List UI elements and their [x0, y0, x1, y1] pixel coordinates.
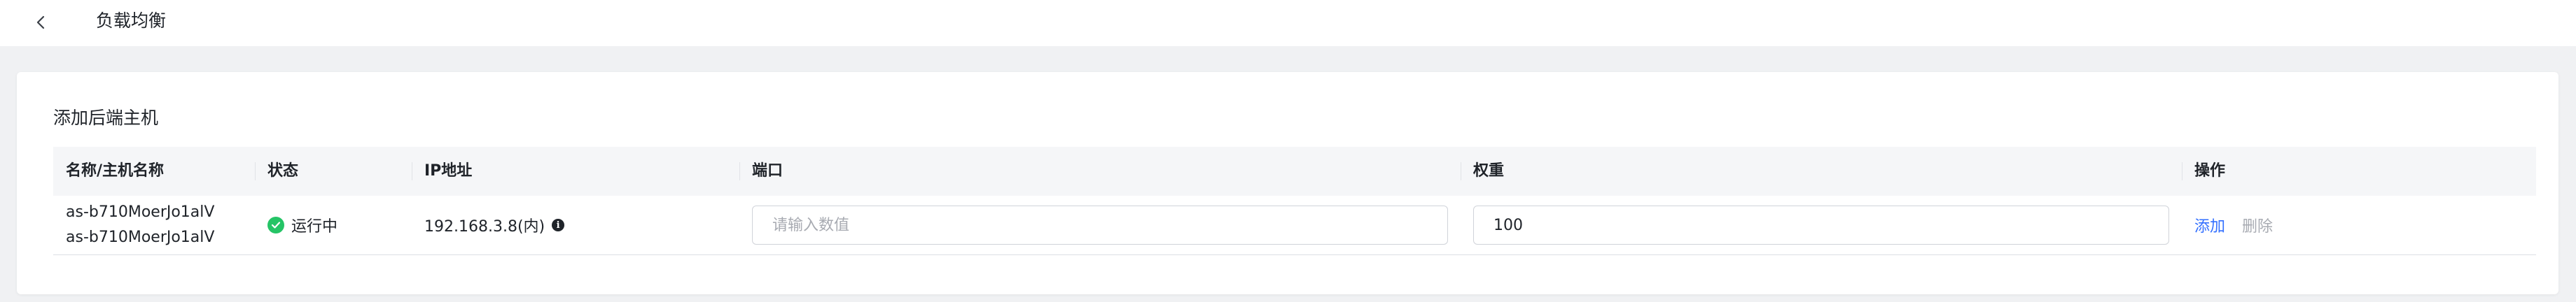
table-row: as-b710MoerJo1alV as-b710MoerJo1alV 运行中 …	[53, 196, 2536, 255]
table-header: 名称/主机名称 状态 IP地址 端口 权重 操作	[53, 147, 2536, 196]
check-circle-icon	[267, 217, 284, 233]
column-header-ip: IP地址	[412, 147, 739, 196]
actions-cell: 添加 删除	[2182, 214, 2536, 236]
column-header-actions: 操作	[2182, 147, 2536, 196]
ip-address: 192.168.3.8(内)	[424, 218, 545, 236]
name-cell: as-b710MoerJo1alV as-b710MoerJo1alV	[53, 202, 255, 248]
column-header-status: 状态	[255, 147, 412, 196]
backend-hosts-card: 添加后端主机 名称/主机名称 状态 IP地址 端口 权重 操作 as-b710M…	[17, 72, 2558, 294]
backend-hosts-table: 名称/主机名称 状态 IP地址 端口 权重 操作 as-b710MoerJo1a…	[53, 147, 2536, 255]
status-text: 运行中	[291, 218, 338, 236]
info-icon[interactable]: i	[552, 219, 565, 231]
weight-cell	[1461, 206, 2182, 245]
weight-input[interactable]	[1473, 206, 2169, 245]
column-header-name: 名称/主机名称	[66, 162, 165, 180]
ip-cell: 192.168.3.8(内) i	[412, 214, 739, 236]
port-cell	[739, 206, 1461, 245]
column-header-port: 端口	[739, 147, 1461, 196]
section-title: 添加后端主机	[53, 108, 159, 128]
chevron-left-icon	[36, 15, 45, 29]
add-button[interactable]: 添加	[2194, 214, 2225, 236]
column-header-weight: 权重	[1461, 147, 2182, 196]
host-hostname: as-b710MoerJo1alV	[66, 229, 215, 246]
delete-button[interactable]: 删除	[2242, 214, 2273, 236]
back-button[interactable]	[28, 10, 53, 35]
status-cell: 运行中	[255, 214, 412, 236]
top-bar: 负载均衡	[0, 0, 2576, 46]
host-name: as-b710MoerJo1alV	[66, 203, 215, 221]
page-title: 负载均衡	[96, 10, 167, 31]
port-input[interactable]	[752, 206, 1448, 245]
